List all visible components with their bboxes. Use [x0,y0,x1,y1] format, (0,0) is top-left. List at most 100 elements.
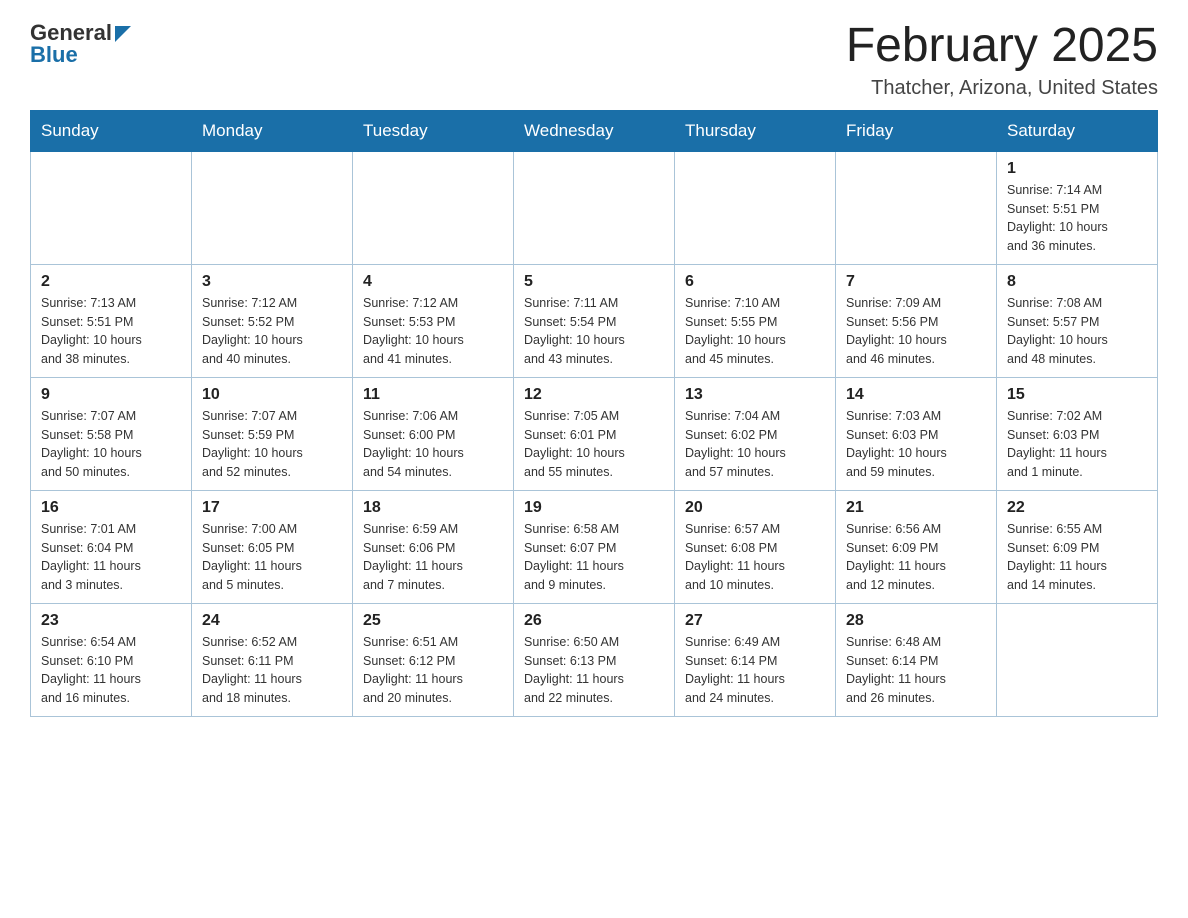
day-number: 10 [202,386,342,404]
day-info: Sunrise: 7:02 AM Sunset: 6:03 PM Dayligh… [1007,407,1147,482]
calendar-cell: 13 Sunrise: 7:04 AM Sunset: 6:02 PM Dayli… [675,377,836,490]
day-number: 2 [41,273,181,291]
calendar-cell: 4 Sunrise: 7:12 AM Sunset: 5:53 PM Daylig… [353,264,514,377]
day-info: Sunrise: 7:12 AM Sunset: 5:52 PM Dayligh… [202,294,342,369]
calendar-cell: 3 Sunrise: 7:12 AM Sunset: 5:52 PM Daylig… [192,264,353,377]
title-block: February 2025 Thatcher, Arizona, United … [846,20,1158,100]
day-number: 14 [846,386,986,404]
calendar-cell [353,151,514,264]
weekday-header-friday: Friday [836,110,997,151]
day-info: Sunrise: 6:57 AM Sunset: 6:08 PM Dayligh… [685,520,825,595]
day-number: 4 [363,273,503,291]
calendar-table: SundayMondayTuesdayWednesdayThursdayFrid… [30,110,1158,717]
day-number: 25 [363,612,503,630]
day-number: 8 [1007,273,1147,291]
day-number: 22 [1007,499,1147,517]
day-number: 17 [202,499,342,517]
weekday-header-wednesday: Wednesday [514,110,675,151]
month-title: February 2025 [846,20,1158,73]
day-info: Sunrise: 6:54 AM Sunset: 6:10 PM Dayligh… [41,633,181,708]
calendar-week-row: 1Sunrise: 7:14 AM Sunset: 5:51 PM Daylig… [31,151,1158,264]
logo: General Blue [30,20,131,68]
calendar-cell [31,151,192,264]
day-info: Sunrise: 6:48 AM Sunset: 6:14 PM Dayligh… [846,633,986,708]
calendar-cell: 15 Sunrise: 7:02 AM Sunset: 6:03 PM Dayli… [997,377,1158,490]
calendar-cell: 9 Sunrise: 7:07 AM Sunset: 5:58 PM Daylig… [31,377,192,490]
calendar-cell: 21 Sunrise: 6:56 AM Sunset: 6:09 PM Dayli… [836,490,997,603]
calendar-cell [192,151,353,264]
calendar-cell [997,603,1158,716]
calendar-cell: 14 Sunrise: 7:03 AM Sunset: 6:03 PM Dayli… [836,377,997,490]
calendar-cell: 19 Sunrise: 6:58 AM Sunset: 6:07 PM Dayli… [514,490,675,603]
day-info: Sunrise: 7:00 AM Sunset: 6:05 PM Dayligh… [202,520,342,595]
day-number: 27 [685,612,825,630]
calendar-week-row: 2Sunrise: 7:13 AM Sunset: 5:51 PM Daylig… [31,264,1158,377]
day-info: Sunrise: 7:11 AM Sunset: 5:54 PM Dayligh… [524,294,664,369]
day-number: 19 [524,499,664,517]
day-info: Sunrise: 6:50 AM Sunset: 6:13 PM Dayligh… [524,633,664,708]
day-info: Sunrise: 6:49 AM Sunset: 6:14 PM Dayligh… [685,633,825,708]
day-number: 16 [41,499,181,517]
calendar-cell: 1Sunrise: 7:14 AM Sunset: 5:51 PM Daylig… [997,151,1158,264]
calendar-cell: 11 Sunrise: 7:06 AM Sunset: 6:00 PM Dayli… [353,377,514,490]
calendar-cell: 17 Sunrise: 7:00 AM Sunset: 6:05 PM Dayli… [192,490,353,603]
day-info: Sunrise: 7:06 AM Sunset: 6:00 PM Dayligh… [363,407,503,482]
calendar-cell: 26 Sunrise: 6:50 AM Sunset: 6:13 PM Dayli… [514,603,675,716]
calendar-header: SundayMondayTuesdayWednesdayThursdayFrid… [31,110,1158,151]
day-info: Sunrise: 7:01 AM Sunset: 6:04 PM Dayligh… [41,520,181,595]
weekday-header-tuesday: Tuesday [353,110,514,151]
day-number: 21 [846,499,986,517]
calendar-cell: 7 Sunrise: 7:09 AM Sunset: 5:56 PM Daylig… [836,264,997,377]
day-number: 23 [41,612,181,630]
calendar-cell: 20 Sunrise: 6:57 AM Sunset: 6:08 PM Dayli… [675,490,836,603]
day-info: Sunrise: 7:10 AM Sunset: 5:55 PM Dayligh… [685,294,825,369]
calendar-week-row: 23 Sunrise: 6:54 AM Sunset: 6:10 PM Dayli… [31,603,1158,716]
day-number: 13 [685,386,825,404]
calendar-cell: 18Sunrise: 6:59 AM Sunset: 6:06 PM Dayli… [353,490,514,603]
day-number: 9 [41,386,181,404]
weekday-header-saturday: Saturday [997,110,1158,151]
day-info: Sunrise: 7:04 AM Sunset: 6:02 PM Dayligh… [685,407,825,482]
day-number: 15 [1007,386,1147,404]
day-info: Sunrise: 7:07 AM Sunset: 5:58 PM Dayligh… [41,407,181,482]
day-number: 11 [363,386,503,404]
calendar-cell: 6 Sunrise: 7:10 AM Sunset: 5:55 PM Daylig… [675,264,836,377]
day-number: 20 [685,499,825,517]
calendar-cell: 28 Sunrise: 6:48 AM Sunset: 6:14 PM Dayli… [836,603,997,716]
calendar-cell: 2Sunrise: 7:13 AM Sunset: 5:51 PM Daylig… [31,264,192,377]
calendar-cell: 16 Sunrise: 7:01 AM Sunset: 6:04 PM Dayli… [31,490,192,603]
weekday-header-row: SundayMondayTuesdayWednesdayThursdayFrid… [31,110,1158,151]
day-info: Sunrise: 6:55 AM Sunset: 6:09 PM Dayligh… [1007,520,1147,595]
day-number: 12 [524,386,664,404]
weekday-header-monday: Monday [192,110,353,151]
day-info: Sunrise: 6:56 AM Sunset: 6:09 PM Dayligh… [846,520,986,595]
day-number: 5 [524,273,664,291]
calendar-cell: 23 Sunrise: 6:54 AM Sunset: 6:10 PM Dayli… [31,603,192,716]
calendar-cell: 25Sunrise: 6:51 AM Sunset: 6:12 PM Dayli… [353,603,514,716]
calendar-cell [836,151,997,264]
calendar-cell [514,151,675,264]
day-number: 26 [524,612,664,630]
calendar-week-row: 9 Sunrise: 7:07 AM Sunset: 5:58 PM Daylig… [31,377,1158,490]
day-info: Sunrise: 7:08 AM Sunset: 5:57 PM Dayligh… [1007,294,1147,369]
calendar-cell: 22 Sunrise: 6:55 AM Sunset: 6:09 PM Dayli… [997,490,1158,603]
location-title: Thatcher, Arizona, United States [846,77,1158,100]
day-info: Sunrise: 7:05 AM Sunset: 6:01 PM Dayligh… [524,407,664,482]
day-number: 28 [846,612,986,630]
day-info: Sunrise: 7:12 AM Sunset: 5:53 PM Dayligh… [363,294,503,369]
day-info: Sunrise: 7:03 AM Sunset: 6:03 PM Dayligh… [846,407,986,482]
day-number: 3 [202,273,342,291]
day-number: 7 [846,273,986,291]
calendar-body: 1Sunrise: 7:14 AM Sunset: 5:51 PM Daylig… [31,151,1158,716]
day-number: 6 [685,273,825,291]
calendar-cell: 10 Sunrise: 7:07 AM Sunset: 5:59 PM Dayli… [192,377,353,490]
day-info: Sunrise: 7:07 AM Sunset: 5:59 PM Dayligh… [202,407,342,482]
day-number: 24 [202,612,342,630]
calendar-cell: 5 Sunrise: 7:11 AM Sunset: 5:54 PM Daylig… [514,264,675,377]
day-info: Sunrise: 7:14 AM Sunset: 5:51 PM Dayligh… [1007,181,1147,256]
day-info: Sunrise: 7:09 AM Sunset: 5:56 PM Dayligh… [846,294,986,369]
calendar-cell: 12 Sunrise: 7:05 AM Sunset: 6:01 PM Dayli… [514,377,675,490]
day-info: Sunrise: 6:58 AM Sunset: 6:07 PM Dayligh… [524,520,664,595]
weekday-header-sunday: Sunday [31,110,192,151]
day-info: Sunrise: 6:52 AM Sunset: 6:11 PM Dayligh… [202,633,342,708]
